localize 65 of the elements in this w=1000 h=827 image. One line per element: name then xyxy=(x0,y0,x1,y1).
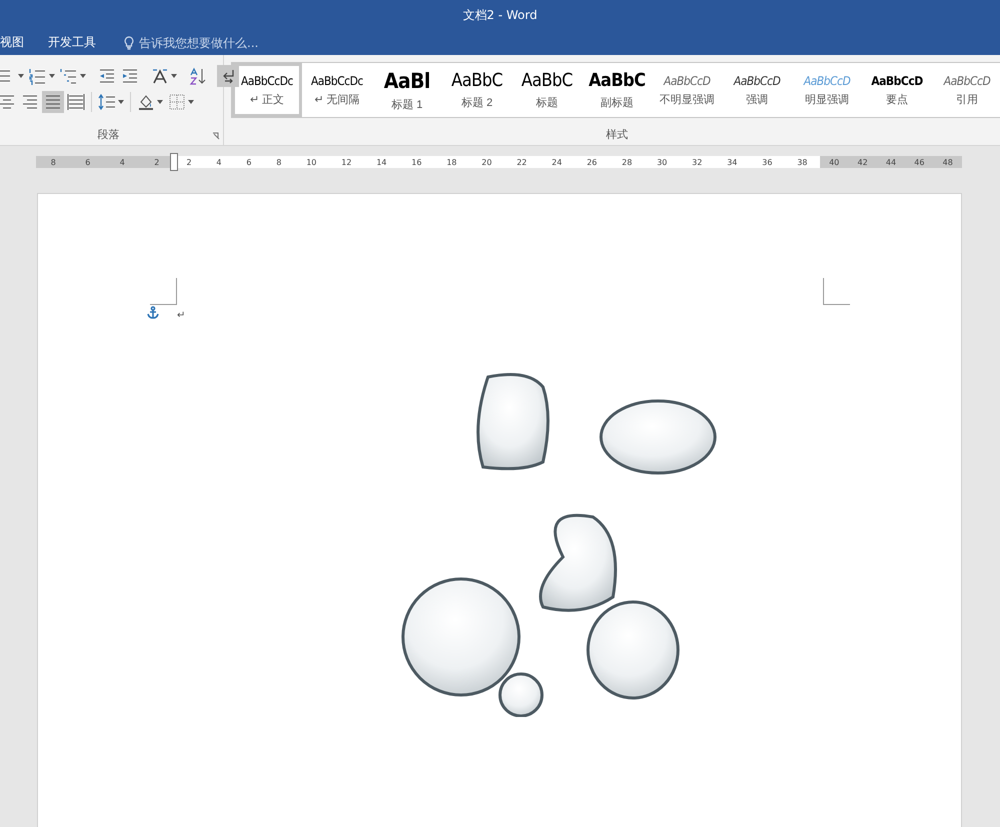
align-center-icon xyxy=(0,93,16,111)
justify-icon xyxy=(44,93,62,111)
toolbar-button[interactable] xyxy=(42,91,64,113)
ruler-number: 38 xyxy=(797,158,808,166)
line-spacing-icon xyxy=(98,93,116,111)
ruler-number: 10 xyxy=(306,158,316,166)
ruler-number: 34 xyxy=(727,158,738,166)
ruler-number: 2 xyxy=(186,158,192,166)
paint-bucket-icon xyxy=(137,93,155,111)
group-label: 段落 xyxy=(98,127,120,143)
ruler-number: 42 xyxy=(857,158,868,166)
letter-a-arrows-icon xyxy=(151,67,169,85)
caret-icon xyxy=(118,100,124,104)
caret-icon xyxy=(171,74,177,78)
ruler-number: 26 xyxy=(586,158,597,166)
ruler-number: 18 xyxy=(446,158,457,166)
ruler-number: 30 xyxy=(656,158,668,166)
ruler-number: 4 xyxy=(120,158,125,166)
caret-icon xyxy=(49,74,55,78)
ruler-number: 44 xyxy=(886,158,896,166)
ruler-number: 46 xyxy=(914,158,924,166)
ruler-number: 8 xyxy=(276,158,282,166)
toolbar-button[interactable] xyxy=(217,65,239,87)
caret-icon xyxy=(157,100,163,104)
dialog-launcher-icon[interactable] xyxy=(212,132,220,140)
style-item[interactable]: AaBbCcDc ↵ 正文 xyxy=(232,63,302,117)
ruler-number: 6 xyxy=(246,158,252,166)
caret-icon xyxy=(188,100,194,104)
increase-indent-icon xyxy=(121,67,139,85)
group-label: 样式 xyxy=(606,127,628,143)
ruler-number: 16 xyxy=(412,158,422,166)
margin-corner-mark xyxy=(150,278,177,305)
toolbar-button[interactable] xyxy=(65,91,87,113)
align-right-icon xyxy=(21,93,39,111)
numbered-list-icon xyxy=(29,67,47,85)
ruler-number: 28 xyxy=(622,158,632,166)
ruler-number: 24 xyxy=(552,158,562,166)
window-title: 文档2 - Word xyxy=(462,6,538,24)
borders-icon xyxy=(168,93,186,111)
margin-corner-mark xyxy=(823,278,850,305)
ruler-number: 8 xyxy=(50,158,56,166)
ruler-number: 14 xyxy=(376,158,387,166)
caret-icon xyxy=(80,74,86,78)
multilevel-list-icon xyxy=(60,67,78,85)
indent-marker[interactable] xyxy=(170,153,178,171)
ribbon-tab[interactable]: 开发工具 xyxy=(36,30,108,55)
paragraph-mark: ↵ xyxy=(177,310,186,321)
ruler-number: 40 xyxy=(829,158,840,166)
distributed-icon xyxy=(67,93,85,111)
ruler-number: 48 xyxy=(942,158,953,166)
ruler-number: 6 xyxy=(85,158,90,166)
ruler-number: 2 xyxy=(154,158,160,166)
lightbulb-icon xyxy=(124,36,134,50)
tell-me-field[interactable]: 告诉我您想要做什么... xyxy=(124,32,299,52)
anchor-icon xyxy=(147,306,159,319)
ruler-number: 20 xyxy=(482,158,492,166)
caret-icon xyxy=(18,74,24,78)
ruler-number: 4 xyxy=(216,158,222,166)
ruler-number: 32 xyxy=(692,158,702,166)
ruler-number: 36 xyxy=(762,158,772,166)
ribbon-tab[interactable]: 视图 xyxy=(0,30,36,55)
ruler-number: 22 xyxy=(516,158,527,166)
decrease-indent-icon xyxy=(98,67,116,85)
ruler-number: 12 xyxy=(341,158,352,166)
sort-icon xyxy=(189,67,207,85)
